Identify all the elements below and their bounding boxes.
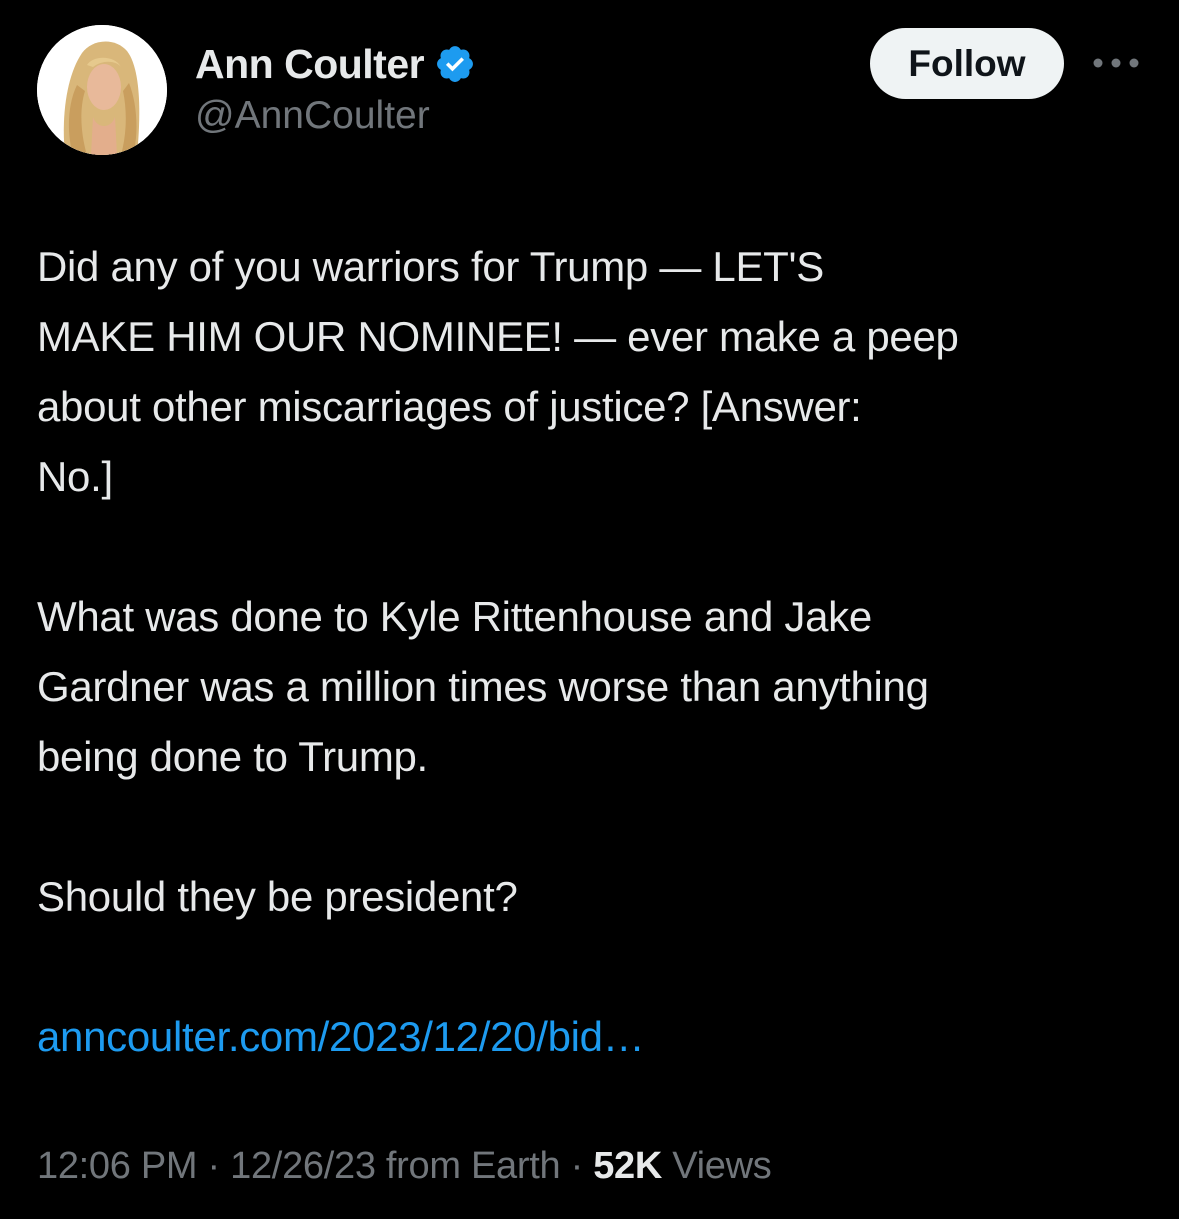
author-name-row: Ann Coulter	[195, 38, 476, 90]
tweet-line: being done to Trump.	[37, 733, 428, 780]
tweet-link[interactable]: anncoulter.com/2023/12/20/bid…	[37, 1013, 645, 1060]
tweet-source: from Earth	[375, 1145, 561, 1187]
verified-badge-icon[interactable]	[434, 43, 476, 85]
tweet-time[interactable]: 12:06 PM	[37, 1145, 198, 1187]
tweet-link-line: anncoulter.com/2023/12/20/bid…	[37, 1002, 1147, 1072]
tweet-line: Gardner was a million times worse than a…	[37, 663, 929, 710]
meta-separator: ·	[197, 1145, 231, 1187]
tweet-line: Did any of you warriors for Trump — LET'…	[37, 243, 824, 290]
tweet-meta: 12:06 PM · 12/26/23 from Earth · 52K Vie…	[37, 1145, 772, 1188]
tweet-line: about other miscarriages of justice? [An…	[37, 383, 862, 430]
author-handle[interactable]: @AnnCoulter	[195, 94, 430, 138]
views-label: Views	[662, 1145, 772, 1187]
avatar[interactable]	[37, 25, 167, 155]
follow-button[interactable]: Follow	[870, 28, 1064, 99]
tweet-line: MAKE HIM OUR NOMINEE! — ever make a peep	[37, 313, 959, 360]
tweet-text: Did any of you warriors for Trump — LET'…	[37, 232, 1147, 1072]
tweet-line: Should they be president?	[37, 873, 518, 920]
tweet-date[interactable]: 12/26/23	[230, 1145, 376, 1187]
avatar-portrait-icon	[37, 25, 167, 155]
meta-separator: ·	[560, 1145, 594, 1187]
views-count[interactable]: 52K	[593, 1145, 662, 1187]
more-dots-icon[interactable]	[1092, 48, 1140, 78]
tweet-line: What was done to Kyle Rittenhouse and Ja…	[37, 593, 872, 640]
author-display-name[interactable]: Ann Coulter	[195, 41, 425, 88]
tweet-line: No.]	[37, 453, 113, 500]
